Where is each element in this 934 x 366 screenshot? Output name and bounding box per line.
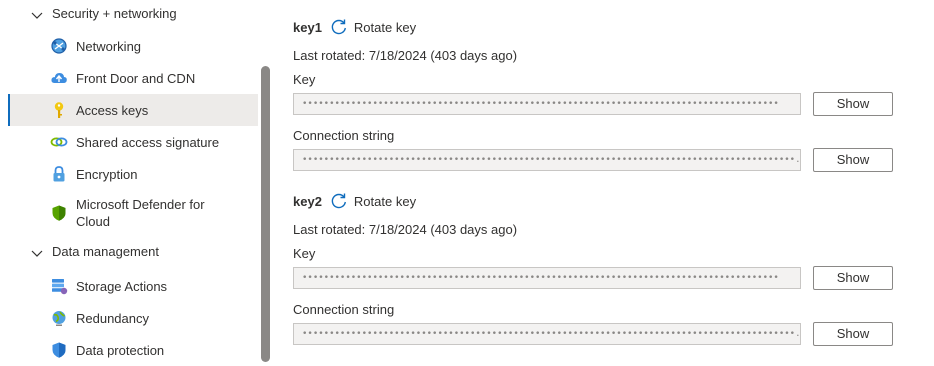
sidebar-item-label: Redundancy: [76, 311, 149, 326]
sidebar-item-label: Access keys: [76, 103, 149, 118]
key1-header: key1 Rotate key: [293, 16, 416, 38]
rotate-key-button[interactable]: Rotate key: [330, 18, 416, 36]
sidebar-item-label: Data protection: [76, 343, 165, 358]
chevron-down-icon: [31, 12, 43, 19]
key2-value-field[interactable]: ••••••••••••••••••••••••••••••••••••••••…: [293, 267, 801, 289]
rotate-key-label: Rotate key: [353, 193, 417, 209]
group-data-management[interactable]: Data management: [0, 238, 258, 268]
resource-menu: Security + networking Networking Front D…: [0, 0, 272, 362]
key-name: key1: [293, 19, 322, 35]
storage-actions-icon: [52, 279, 68, 295]
sidebar-item-label: Shared access signature: [76, 135, 220, 150]
sidebar-item-storage-actions[interactable]: Storage Actions: [8, 270, 258, 302]
key2-connection-string-field[interactable]: ••••••••••••••••••••••••••••••••••••••••…: [293, 323, 801, 345]
sidebar-item-label: Storage Actions: [76, 279, 168, 294]
networking-icon: [51, 38, 67, 54]
refresh-icon: [331, 19, 346, 35]
sidebar-item-label: Networking: [76, 39, 142, 54]
sidebar-item-front-door-cdn[interactable]: Front Door and CDN: [8, 62, 258, 94]
group-label: Security + networking: [52, 6, 177, 21]
sidebar-item-networking[interactable]: Networking: [8, 30, 258, 62]
link-icon: [50, 137, 68, 147]
key-name: key2: [293, 193, 322, 209]
key2-header: key2 Rotate key: [293, 190, 416, 212]
show-connection-string2-button[interactable]: Show: [813, 322, 893, 346]
sidebar-item-encryption[interactable]: Encryption: [8, 158, 258, 190]
connection-string-label: Connection string: [293, 128, 395, 143]
sidebar-item-redundancy[interactable]: Redundancy: [8, 302, 258, 334]
show-key2-button[interactable]: Show: [813, 266, 893, 290]
group-security-networking[interactable]: Security + networking: [0, 0, 258, 30]
key-label: Key: [293, 246, 316, 261]
last-rotated-text: Last rotated: 7/18/2024 (403 days ago): [293, 48, 518, 63]
cloud-icon: [51, 73, 67, 83]
sidebar-item-data-protection[interactable]: Data protection: [8, 334, 258, 366]
connection-string-label: Connection string: [293, 302, 395, 317]
show-connection-string1-button[interactable]: Show: [813, 148, 893, 172]
sidebar-item-label: Encryption: [76, 167, 138, 182]
sidebar-item-microsoft-defender[interactable]: Microsoft Defender for Cloud: [8, 192, 258, 232]
refresh-icon: [331, 193, 346, 209]
sidebar-item-shared-access-signature[interactable]: Shared access signature: [8, 126, 258, 158]
rotate-key-button[interactable]: Rotate key: [330, 192, 416, 210]
access-keys-panel: key1 Rotate key Last rotated: 7/18/2024 …: [272, 0, 934, 362]
sidebar-item-label: Front Door and CDN: [76, 71, 196, 86]
lock-icon: [53, 166, 65, 182]
key-icon: [54, 102, 64, 118]
shield-icon: [52, 342, 66, 358]
globe-icon: [52, 311, 66, 326]
sidebar-item-access-keys[interactable]: Access keys: [8, 94, 258, 126]
key1-value-field[interactable]: ••••••••••••••••••••••••••••••••••••••••…: [293, 93, 801, 115]
rotate-key-label: Rotate key: [353, 19, 417, 35]
group-label: Data management: [52, 244, 159, 259]
show-key1-button[interactable]: Show: [813, 92, 893, 116]
chevron-down-icon: [31, 250, 43, 257]
shield-icon: [52, 205, 66, 221]
sidebar-item-label: Microsoft Defender for Cloud: [76, 197, 205, 229]
key1-connection-string-field[interactable]: ••••••••••••••••••••••••••••••••••••••••…: [293, 149, 801, 171]
key-label: Key: [293, 72, 316, 87]
last-rotated-text: Last rotated: 7/18/2024 (403 days ago): [293, 222, 518, 237]
sidebar-scrollbar-thumb[interactable]: [261, 66, 270, 362]
